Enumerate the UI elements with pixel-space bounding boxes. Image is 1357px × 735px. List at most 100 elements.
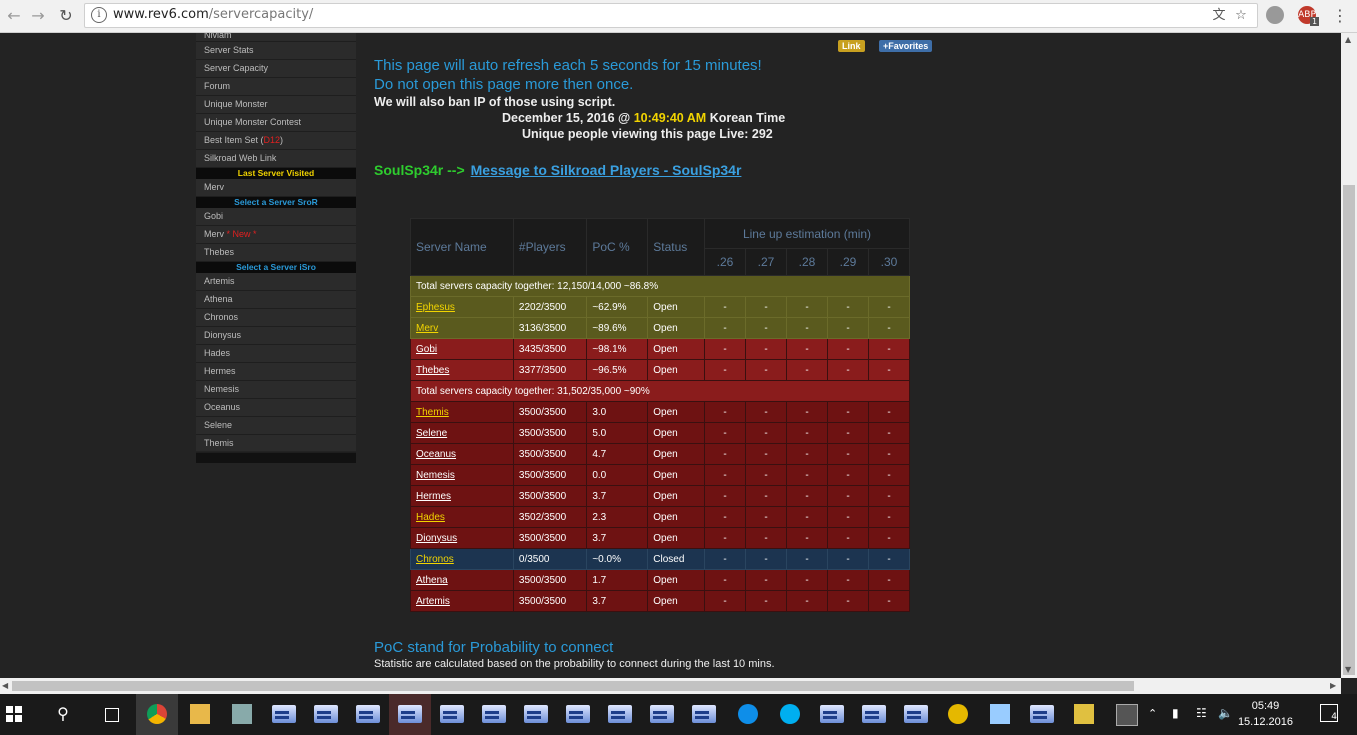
server-link-nemesis[interactable]: Nemesis bbox=[416, 470, 455, 481]
server-link-selene[interactable]: Selene bbox=[416, 428, 447, 439]
chevron-up-icon[interactable]: ⌃ bbox=[1148, 707, 1157, 720]
menu-icon[interactable]: ⋮ bbox=[1330, 6, 1350, 26]
lineup-cell: - bbox=[745, 464, 787, 486]
server-link-chronos[interactable]: Chronos bbox=[416, 554, 454, 565]
clock[interactable]: 05:49 15.12.2016 bbox=[1238, 698, 1293, 730]
taskbar-media[interactable] bbox=[1063, 694, 1105, 735]
sidebar-item-server-stats[interactable]: Server Stats bbox=[196, 42, 356, 60]
sidebar-item-dionysus[interactable]: Dionysus bbox=[196, 327, 356, 345]
sidebar-item-hermes[interactable]: Hermes bbox=[196, 363, 356, 381]
scroll-up-icon[interactable]: ▲ bbox=[1345, 35, 1351, 44]
sidebar-item-web-link[interactable]: Silkroad Web Link bbox=[196, 150, 356, 168]
server-link-thebes[interactable]: Thebes bbox=[416, 365, 449, 376]
taskbar-silkroad-client[interactable] bbox=[599, 694, 641, 735]
taskbar-explorer[interactable] bbox=[179, 694, 221, 735]
taskbar-teamviewer[interactable] bbox=[727, 694, 769, 735]
taskbar-silkroad-client[interactable] bbox=[853, 694, 895, 735]
taskbar-skype[interactable] bbox=[769, 694, 811, 735]
server-link-merv[interactable]: Merv bbox=[416, 323, 438, 334]
horizontal-scrollbar[interactable]: ◀ ▶ bbox=[0, 678, 1341, 694]
taskbar-silkroad-client[interactable] bbox=[515, 694, 557, 735]
start-button[interactable] bbox=[0, 694, 42, 735]
sidebar-item-chronos[interactable]: Chronos bbox=[196, 309, 356, 327]
taskbar-silkroad-client[interactable] bbox=[895, 694, 937, 735]
taskbar-silkroad-client[interactable] bbox=[811, 694, 853, 735]
server-link-ephesus[interactable]: Ephesus bbox=[416, 302, 455, 313]
sidebar-item-athena[interactable]: Athena bbox=[196, 291, 356, 309]
table-row: Nemesis 3500/3500 0.0 Open - - - - - bbox=[410, 464, 910, 486]
sidebar-item-last-server[interactable]: Merv bbox=[196, 179, 356, 197]
message-link[interactable]: Message to Silkroad Players - SoulSp34r bbox=[471, 162, 742, 178]
taskbar-silkroad-client[interactable] bbox=[683, 694, 725, 735]
sidebar-item-forum[interactable]: Forum bbox=[196, 78, 356, 96]
taskbar-silkroad-client[interactable] bbox=[347, 694, 389, 735]
server-name-cell: Ephesus bbox=[410, 296, 514, 318]
sidebar-item[interactable]: Nivlam bbox=[196, 33, 356, 42]
sidebar-item-artemis[interactable]: Artemis bbox=[196, 273, 356, 291]
taskbar-app-yellow[interactable] bbox=[937, 694, 979, 735]
favorites-badge[interactable]: +Favorites bbox=[879, 40, 933, 52]
taskbar-silkroad-client[interactable] bbox=[557, 694, 599, 735]
horizontal-scroll-thumb[interactable] bbox=[12, 681, 1134, 691]
sidebar-item-unique-monster-contest[interactable]: Unique Monster Contest bbox=[196, 114, 356, 132]
taskbar-silkroad-client[interactable] bbox=[431, 694, 473, 735]
server-link-oceanus[interactable]: Oceanus bbox=[416, 449, 456, 460]
url-text[interactable]: www.rev6.com/servercapacity/ bbox=[113, 7, 313, 22]
server-link-dionysus[interactable]: Dionysus bbox=[416, 533, 457, 544]
taskbar-game[interactable] bbox=[1105, 694, 1147, 735]
extension-icon[interactable] bbox=[1266, 6, 1284, 24]
network-icon bbox=[232, 704, 252, 724]
taskbar-silkroad-client[interactable] bbox=[473, 694, 515, 735]
star-icon[interactable]: ☆ bbox=[1233, 8, 1249, 24]
taskbar-notepad[interactable] bbox=[979, 694, 1021, 735]
lineup-cell: - bbox=[704, 590, 746, 612]
sidebar-item-merv[interactable]: Merv * New * bbox=[196, 226, 356, 244]
sidebar-item-gobi[interactable]: Gobi bbox=[196, 208, 356, 226]
taskbar-chrome[interactable] bbox=[136, 694, 178, 735]
forward-icon[interactable]: → bbox=[28, 6, 48, 26]
address-bar[interactable]: i www.rev6.com/servercapacity/ 文 ☆ bbox=[84, 3, 1258, 28]
vertical-scrollbar[interactable]: ▲ ▼ bbox=[1341, 33, 1357, 678]
poc-cell: ~89.6% bbox=[586, 317, 649, 339]
server-link-themis[interactable]: Themis bbox=[416, 407, 449, 418]
taskbar-network[interactable] bbox=[221, 694, 263, 735]
taskbar-silkroad-client[interactable] bbox=[305, 694, 347, 735]
search-button[interactable]: ⚲ bbox=[42, 694, 84, 735]
sidebar-item-themis[interactable]: Themis bbox=[196, 435, 356, 453]
taskbar-silkroad-client[interactable] bbox=[1021, 694, 1063, 735]
server-name-cell: Dionysus bbox=[410, 527, 514, 549]
server-link-hades[interactable]: Hades bbox=[416, 512, 445, 523]
vertical-scroll-thumb[interactable] bbox=[1343, 185, 1355, 675]
sidebar-item-selene[interactable]: Selene bbox=[196, 417, 356, 435]
info-icon[interactable]: i bbox=[91, 7, 107, 23]
scroll-down-icon[interactable]: ▼ bbox=[1345, 665, 1351, 674]
volume-icon[interactable]: 🔈 bbox=[1218, 706, 1233, 720]
translate-icon[interactable]: 文 bbox=[1211, 8, 1227, 24]
server-link-athena[interactable]: Athena bbox=[416, 575, 448, 586]
server-link-artemis[interactable]: Artemis bbox=[416, 596, 450, 607]
status-cell: Open bbox=[647, 485, 705, 507]
sidebar-item-thebes[interactable]: Thebes bbox=[196, 244, 356, 262]
lineup-cell: - bbox=[786, 485, 828, 507]
back-icon[interactable]: ← bbox=[4, 6, 24, 26]
notification-icon[interactable]: 4 bbox=[1320, 704, 1338, 722]
battery-icon[interactable]: ▮ bbox=[1172, 706, 1179, 720]
sidebar-item-server-capacity[interactable]: Server Capacity bbox=[196, 60, 356, 78]
sidebar-item-unique-monster[interactable]: Unique Monster bbox=[196, 96, 356, 114]
task-view-button[interactable] bbox=[90, 694, 132, 735]
sidebar-item-hades[interactable]: Hades bbox=[196, 345, 356, 363]
scroll-left-icon[interactable]: ◀ bbox=[2, 681, 8, 690]
sidebar-item-best-item-set[interactable]: Best Item Set (D12) bbox=[196, 132, 356, 150]
taskbar-silkroad-client[interactable] bbox=[263, 694, 305, 735]
server-link-hermes[interactable]: Hermes bbox=[416, 491, 451, 502]
scroll-right-icon[interactable]: ▶ bbox=[1330, 681, 1336, 690]
taskbar-silkroad-client[interactable] bbox=[641, 694, 683, 735]
link-badge[interactable]: Link bbox=[838, 40, 865, 52]
sidebar-item-nemesis[interactable]: Nemesis bbox=[196, 381, 356, 399]
reload-icon[interactable]: ↻ bbox=[56, 6, 76, 26]
lineup-cell: - bbox=[827, 317, 869, 339]
taskbar-silkroad-client[interactable] bbox=[389, 694, 431, 735]
wifi-icon[interactable]: ☷ bbox=[1196, 706, 1207, 720]
sidebar-item-oceanus[interactable]: Oceanus bbox=[196, 399, 356, 417]
server-link-gobi[interactable]: Gobi bbox=[416, 344, 437, 355]
